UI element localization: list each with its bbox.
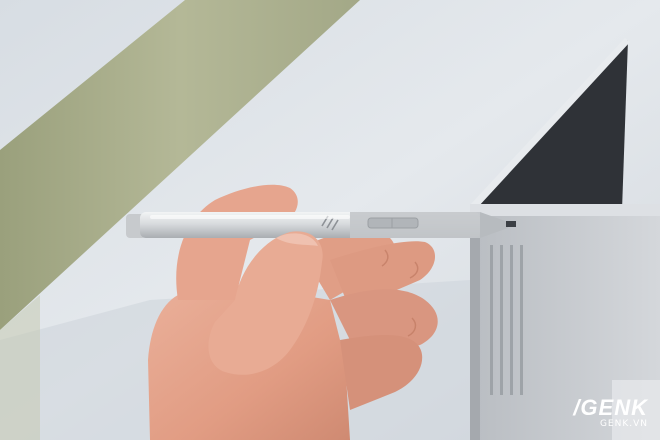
photo-illustration [0, 0, 660, 440]
laptop-hinge [470, 204, 660, 218]
watermark-domain: GENK.VN [599, 419, 648, 429]
laptop-body-edge [470, 216, 480, 440]
watermark-brand: /GENK [573, 395, 648, 420]
pen-nib [506, 221, 516, 227]
photo-scene: /GENK GENK.VN [0, 0, 660, 440]
stylus-pen [126, 212, 516, 238]
genk-watermark: /GENK GENK.VN [573, 397, 648, 430]
pen-side-button [367, 217, 419, 229]
pen-highlight [150, 215, 350, 219]
